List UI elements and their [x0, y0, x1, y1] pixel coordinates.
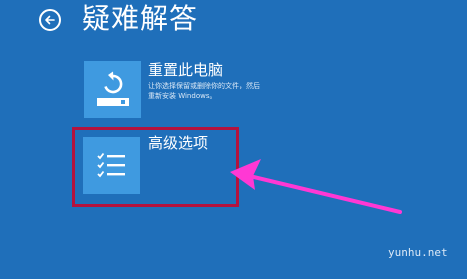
- refresh-drive-icon: [84, 61, 141, 118]
- watermark: yunhu.net: [388, 246, 448, 259]
- pointer-arrow-icon: [230, 159, 402, 214]
- troubleshoot-screen: 疑难解答 重置此电脑 让你选择保留或删除你的文件，然后 重新安装 Windows…: [0, 0, 467, 279]
- reset-pc-description-line-2: 重新安装 Windows。: [148, 92, 217, 100]
- reset-pc-description-line-1: 让你选择保留或删除你的文件，然后: [148, 82, 260, 90]
- back-arrow-icon: [45, 15, 55, 25]
- reset-pc-title: 重置此电脑: [148, 61, 224, 79]
- back-button[interactable]: [39, 9, 61, 31]
- highlight-box: [72, 127, 239, 207]
- page-title: 疑难解答: [82, 2, 199, 35]
